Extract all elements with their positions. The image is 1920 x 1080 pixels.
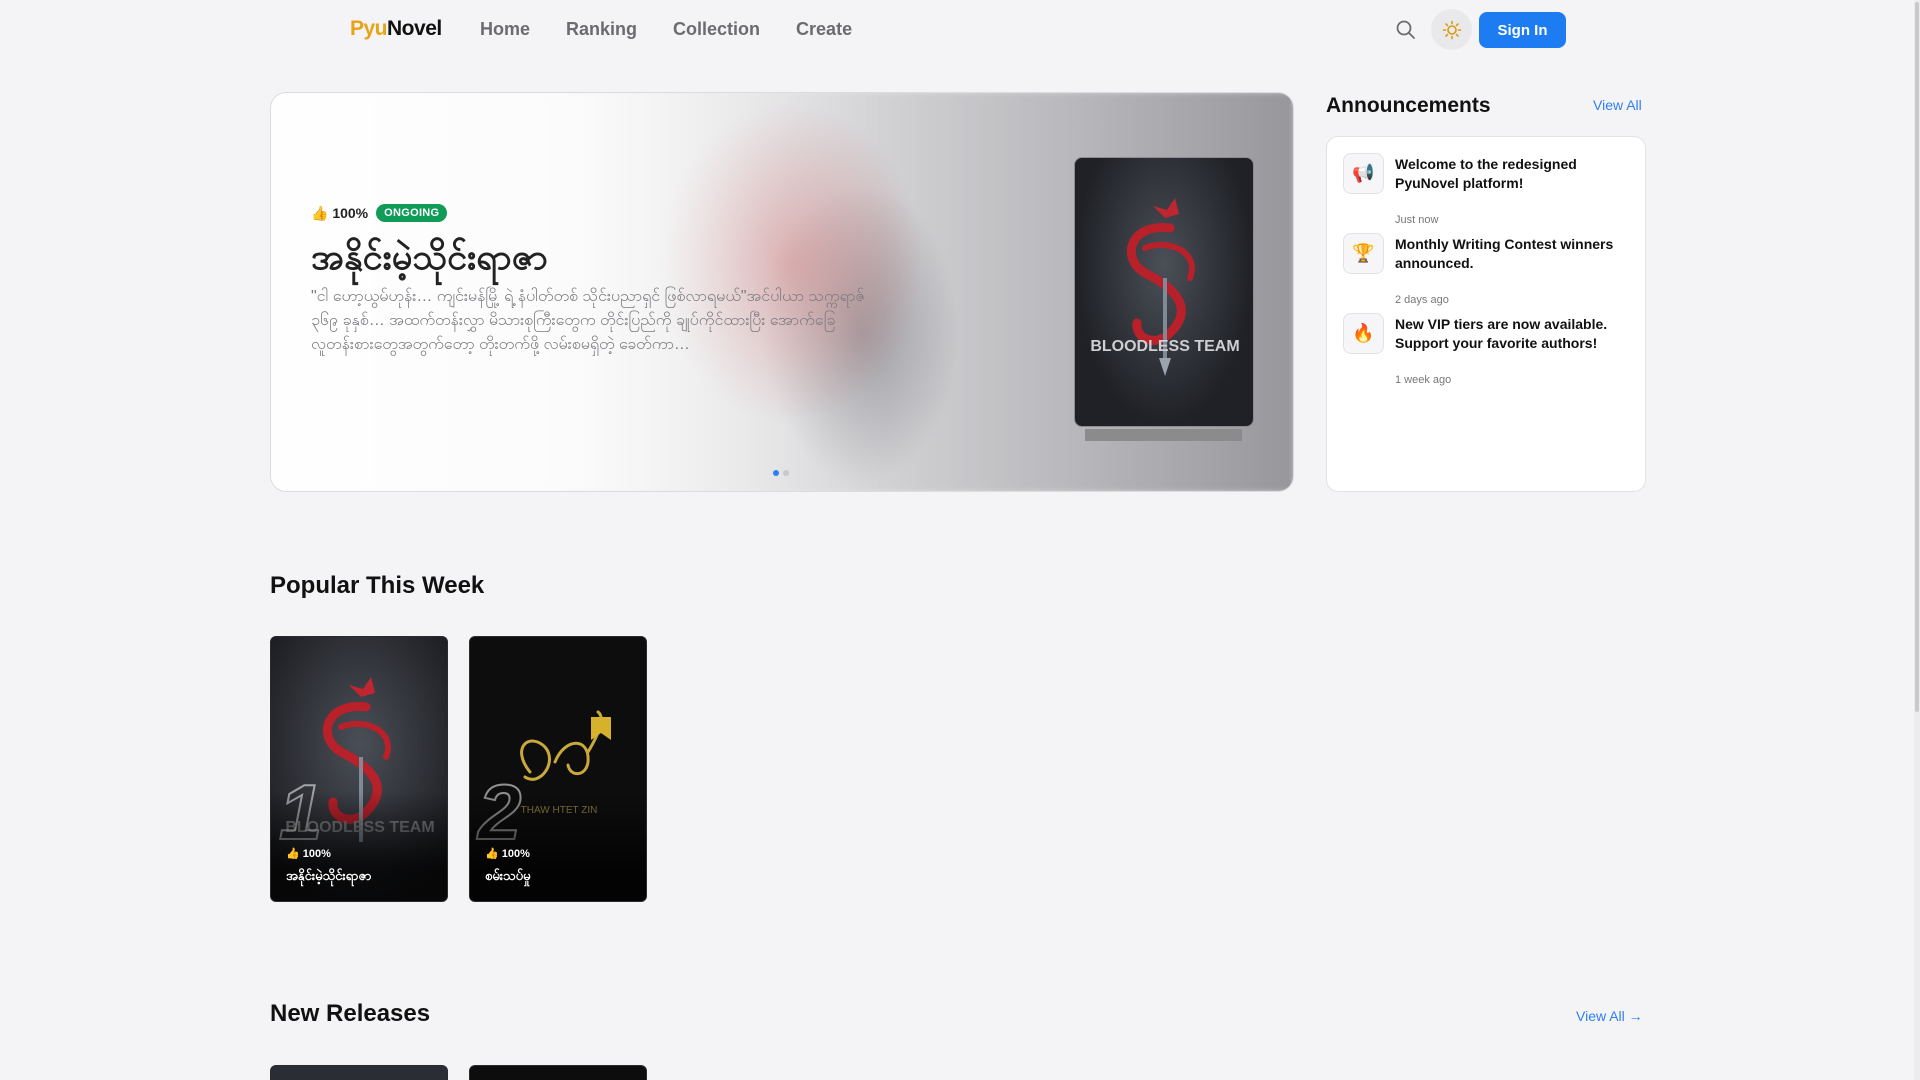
nav-ranking[interactable]: Ranking <box>566 19 637 40</box>
trophy-icon: 🏆 <box>1343 233 1384 274</box>
announcement-text: New VIP tiers are now available. Support… <box>1395 316 1608 351</box>
announcement-item[interactable]: 🏆 Monthly Writing Contest winners announ… <box>1343 233 1633 306</box>
main-nav: Home Ranking Collection Create <box>480 19 852 40</box>
nav-create[interactable]: Create <box>796 19 852 40</box>
search-icon <box>1396 20 1415 39</box>
card-rating: 👍 100% <box>485 848 530 860</box>
new-releases-view-all-link[interactable]: View All → <box>1576 1008 1643 1024</box>
hero-rating: 👍 100% <box>311 204 369 221</box>
carousel-dots <box>773 470 789 476</box>
announcement-time: 1 week ago <box>1395 374 1452 386</box>
hero-cover[interactable]: BLOODLESS TEAM <box>1074 157 1254 427</box>
announcement-item[interactable]: 📢 Welcome to the redesigned PyuNovel pla… <box>1343 153 1633 226</box>
announcement-text: Monthly Writing Contest winners announce… <box>1395 236 1614 271</box>
hero-cover-text: BLOODLESS TEAM <box>1090 338 1239 355</box>
announcement-text: Welcome to the redesigned PyuNovel platf… <box>1395 156 1577 191</box>
top-navbar: PyuNovel Home Ranking Collection Create … <box>0 0 1920 60</box>
new-releases-section-title: New Releases <box>270 1000 431 1027</box>
announcements-title: Announcements <box>1326 94 1491 117</box>
dragon-cover-art: BLOODLESS TEAM <box>1090 198 1240 376</box>
status-badge: ONGOING <box>376 204 448 222</box>
sun-icon <box>1442 20 1461 39</box>
logo-novel: Novel <box>387 17 442 40</box>
carousel-dot-2[interactable] <box>783 470 789 476</box>
hero-meta: 👍 100% ONGOING <box>311 204 448 222</box>
book-card[interactable]: THAW HTET ZIN 2 👍 100% စမ်းသပ်မှု <box>469 636 647 902</box>
hero-carousel[interactable]: 👍 100% ONGOING အနိုင်းမဲ့သိုင်းရာဇာ "ငါ … <box>270 92 1294 492</box>
megaphone-icon: 📢 <box>1343 153 1384 194</box>
hero-title[interactable]: အနိုင်းမဲ့သိုင်းရာဇာ <box>311 233 548 287</box>
nav-home[interactable]: Home <box>480 19 530 40</box>
search-button[interactable] <box>1393 17 1419 43</box>
card-title: စမ်းသပ်မှု <box>485 868 531 883</box>
announcement-item[interactable]: 🔥 New VIP tiers are now available. Suppo… <box>1343 313 1633 386</box>
book-card[interactable] <box>469 1065 647 1080</box>
card-rating: 👍 100% <box>286 848 331 860</box>
announcement-time: Just now <box>1395 214 1439 226</box>
nav-collection[interactable]: Collection <box>673 19 760 40</box>
announcements-view-all-link[interactable]: View All <box>1593 97 1642 113</box>
sign-in-button[interactable]: Sign In <box>1479 12 1566 48</box>
hero-cover-shadow <box>1085 429 1242 441</box>
logo[interactable]: PyuNovel <box>350 17 442 41</box>
fire-icon: 🔥 <box>1343 313 1384 354</box>
card-title: အနိုင်းမဲ့သိုင်းရာဇာ <box>286 868 372 883</box>
book-card[interactable] <box>270 1065 448 1080</box>
theme-toggle-button[interactable] <box>1431 9 1472 50</box>
carousel-dot-1[interactable] <box>773 470 779 476</box>
hero-description: "ငါ ဟော့ယွမ်ဟုန်း… ကျင်းမန်မြို့ ရဲ့ နံပ… <box>311 288 865 353</box>
scrollbar-thumb[interactable] <box>1915 2 1919 712</box>
book-card[interactable]: BLOODLESS TEAM 1 👍 100% အနိုင်းမဲ့သိုင်း… <box>270 636 448 902</box>
announcement-time: 2 days ago <box>1395 294 1449 306</box>
popular-section-title: Popular This Week <box>270 572 485 599</box>
announcements-panel: 📢 Welcome to the redesigned PyuNovel pla… <box>1326 136 1646 492</box>
logo-pyu: Pyu <box>350 17 388 40</box>
